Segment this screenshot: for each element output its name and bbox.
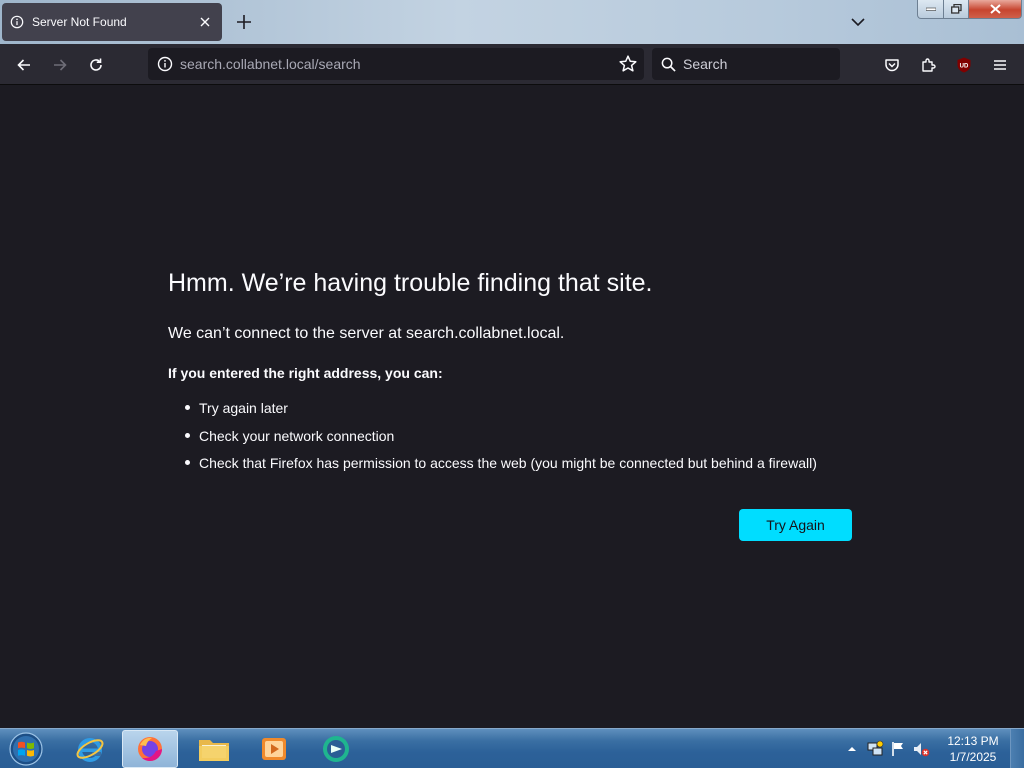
error-description: We can’t connect to the server at search… bbox=[168, 325, 565, 342]
star-icon[interactable] bbox=[618, 54, 638, 74]
show-desktop-button[interactable] bbox=[1010, 729, 1024, 768]
tab-server-not-found[interactable]: Server Not Found bbox=[2, 3, 222, 41]
show-hidden-icons-icon[interactable] bbox=[843, 740, 861, 758]
forward-arrow-icon bbox=[54, 59, 67, 71]
clock-time: 12:13 PM bbox=[947, 734, 999, 748]
list-item: Try again later bbox=[184, 398, 817, 426]
bullet-icon bbox=[185, 460, 190, 465]
url-path: /search bbox=[314, 56, 361, 72]
firefox-icon bbox=[138, 737, 163, 762]
restore-button[interactable] bbox=[944, 0, 969, 19]
hamburger-menu-icon bbox=[994, 60, 1006, 70]
error-subheading: If you entered the right address, you ca… bbox=[168, 365, 443, 381]
svg-text:UD: UD bbox=[960, 64, 969, 70]
back-arrow-icon bbox=[17, 59, 30, 71]
list-item: Check your network connection bbox=[184, 426, 817, 454]
taskbar-internet-explorer[interactable] bbox=[62, 730, 118, 768]
taskbar-media-player[interactable] bbox=[246, 730, 302, 768]
minimize-button[interactable] bbox=[917, 0, 944, 19]
start-button-icon[interactable] bbox=[6, 731, 46, 767]
puzzle-icon bbox=[922, 58, 936, 72]
clock-date: 1/7/2025 bbox=[949, 750, 997, 764]
minimize-icon bbox=[925, 7, 936, 11]
menu-button[interactable] bbox=[987, 52, 1013, 78]
action-center-flag-icon[interactable] bbox=[889, 740, 907, 758]
url-text[interactable]: search.collabnet.local/search bbox=[180, 56, 361, 72]
suggestion-text: Try again later bbox=[199, 400, 288, 416]
address-bar[interactable]: search.collabnet.local/search bbox=[148, 48, 644, 80]
chevron-down-icon[interactable] bbox=[848, 12, 868, 32]
try-again-button[interactable]: Try Again bbox=[739, 509, 852, 541]
suggestion-list: Try again later Check your network conne… bbox=[184, 398, 817, 481]
forward-button[interactable] bbox=[47, 52, 73, 78]
tab-title: Server Not Found bbox=[32, 15, 127, 29]
internet-explorer-icon bbox=[76, 738, 104, 762]
window-close-button[interactable] bbox=[969, 0, 1022, 19]
taskbar-messenger[interactable] bbox=[308, 730, 364, 768]
suggestion-text: Check your network connection bbox=[199, 427, 395, 444]
window-controls bbox=[917, 0, 1022, 19]
search-icon bbox=[661, 57, 676, 72]
back-button[interactable] bbox=[11, 52, 37, 78]
suggestion-text: Check that Firefox has permission to acc… bbox=[199, 455, 817, 471]
reload-icon bbox=[90, 58, 102, 71]
new-tab-icon[interactable] bbox=[234, 12, 254, 32]
site-info-icon[interactable] bbox=[150, 48, 180, 80]
pocket-button[interactable] bbox=[879, 52, 905, 78]
window-close-icon bbox=[989, 4, 1001, 14]
error-page: Hmm. We’re having trouble finding that s… bbox=[0, 86, 1024, 728]
windows-taskbar: 12:13 PM 1/7/2025 bbox=[0, 728, 1024, 768]
bullet-icon bbox=[185, 405, 190, 410]
pocket-icon bbox=[885, 59, 899, 72]
system-clock[interactable]: 12:13 PM 1/7/2025 bbox=[940, 733, 1006, 765]
url-host: search.collabnet.local bbox=[180, 56, 315, 72]
error-title: Hmm. We’re having trouble finding that s… bbox=[168, 269, 653, 297]
media-player-icon bbox=[262, 738, 286, 760]
folder-icon bbox=[199, 740, 229, 761]
reload-button[interactable] bbox=[83, 52, 109, 78]
extensions-button[interactable] bbox=[915, 52, 941, 78]
volume-muted-icon[interactable] bbox=[912, 740, 930, 758]
navigation-toolbar: search.collabnet.local/search Search UD bbox=[0, 44, 1024, 85]
taskbar-firefox[interactable] bbox=[122, 730, 178, 768]
ublock-origin-button[interactable]: UD bbox=[951, 52, 977, 78]
search-placeholder: Search bbox=[683, 56, 728, 72]
bullet-icon bbox=[185, 432, 190, 438]
restore-icon bbox=[950, 4, 962, 14]
close-tab-icon[interactable] bbox=[196, 13, 214, 31]
network-icon[interactable] bbox=[866, 740, 884, 758]
messenger-icon bbox=[323, 736, 349, 762]
search-bar[interactable]: Search bbox=[652, 48, 840, 80]
tab-strip: Server Not Found bbox=[0, 0, 1024, 44]
ublock-shield-icon: UD bbox=[957, 57, 971, 73]
taskbar-file-explorer[interactable] bbox=[186, 730, 242, 768]
info-icon bbox=[10, 15, 24, 29]
list-item: Check that Firefox has permission to acc… bbox=[184, 453, 817, 481]
